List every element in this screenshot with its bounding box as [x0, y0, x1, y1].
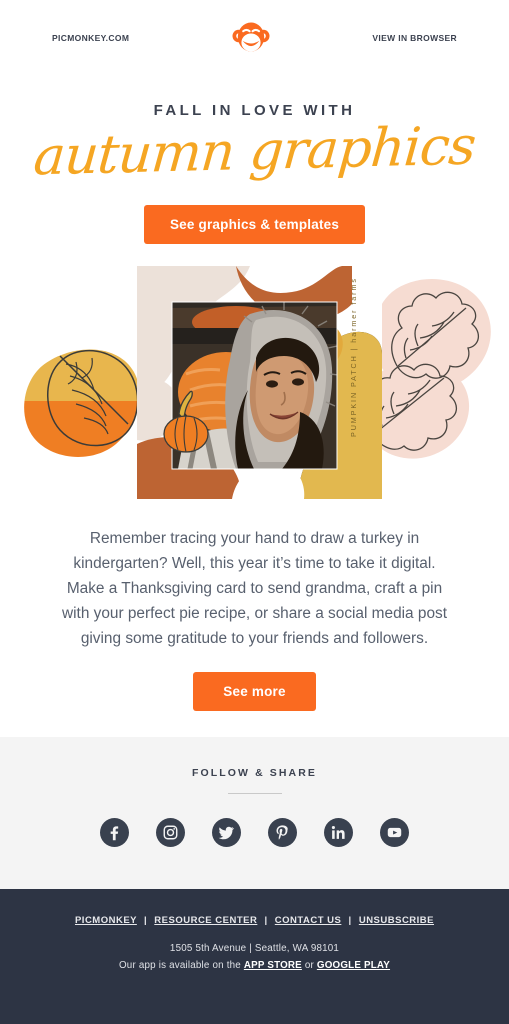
pinterest-icon[interactable] — [268, 817, 297, 847]
instagram-icon[interactable] — [156, 817, 185, 847]
view-in-browser-link[interactable]: VIEW IN BROWSER — [372, 33, 457, 43]
footer-separator: | — [348, 914, 352, 926]
facebook-icon[interactable] — [100, 817, 129, 847]
footer-address: 1505 5th Avenue | Seattle, WA 98101 — [169, 942, 340, 954]
yellow-orange-leaf-left — [24, 349, 140, 457]
see-more-button[interactable]: See more — [193, 671, 316, 711]
social-icon-row — [100, 817, 409, 847]
footer-separator: | — [264, 914, 268, 926]
follow-share-title: FOLLOW & SHARE — [191, 766, 318, 779]
footer-app-prefix: Our app is available on the — [118, 959, 244, 971]
footer-link-picmonkey[interactable]: PICMONKEY — [75, 915, 137, 926]
footer-link-unsubscribe[interactable]: UNSUBSCRIBE — [359, 915, 434, 926]
google-play-link[interactable]: GOOGLE PLAY — [317, 960, 390, 971]
card-vertical-label: PUMPKIN PATCH | harmer farms — [349, 277, 358, 437]
picmonkey-monkey-logo[interactable] — [230, 21, 272, 55]
body-cta-row: See more — [0, 651, 509, 711]
hero-script-headline: autumn graphics — [31, 115, 478, 188]
email-body: PICMONKEY.COM VIEW IN BROWSER FALL IN LO… — [0, 0, 509, 1024]
divider-rule — [227, 792, 282, 794]
app-store-link[interactable]: APP STORE — [244, 960, 302, 971]
see-graphics-templates-button[interactable]: See graphics & templates — [143, 204, 366, 244]
footer-app-line: Our app is available on the APP STORE or… — [0, 960, 509, 971]
footer-separator: | — [143, 914, 148, 926]
preheader-site-link[interactable]: PICMONKEY.COM — [52, 33, 129, 43]
linkedin-icon[interactable] — [324, 817, 353, 847]
preheader-bar: PICMONKEY.COM VIEW IN BROWSER — [0, 0, 509, 76]
blush-oak-leaves-right — [363, 278, 491, 459]
twitter-icon[interactable] — [212, 817, 241, 847]
footer-link-resource-center[interactable]: RESOURCE CENTER — [154, 915, 257, 926]
footer-app-join: or — [301, 959, 317, 971]
follow-and-share-section: FOLLOW & SHARE — [0, 736, 509, 889]
hero-heading-block: FALL IN LOVE WITH autumn graphics — [0, 76, 509, 187]
youtube-icon[interactable] — [380, 817, 409, 847]
hero-collage: PUMPKIN PATCH | harmer farms — [0, 262, 509, 514]
footer-link-contact-us[interactable]: CONTACT US — [275, 915, 342, 926]
hero-cta-row: See graphics & templates — [0, 180, 509, 244]
body-paragraph: Remember tracing your hand to draw a tur… — [62, 529, 447, 647]
footer-link-row: PICMONKEY | RESOURCE CENTER | CONTACT US… — [0, 915, 509, 926]
footer: PICMONKEY | RESOURCE CENTER | CONTACT US… — [0, 888, 509, 1024]
